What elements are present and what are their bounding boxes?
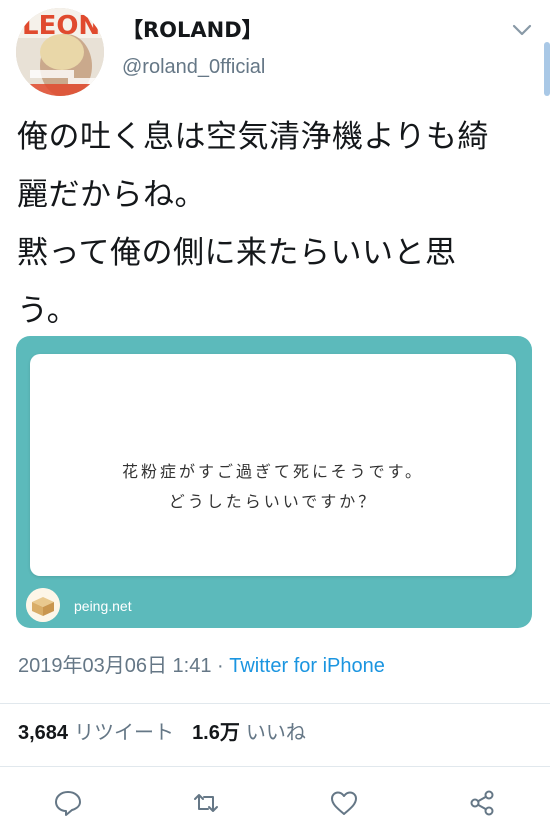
display-name[interactable]: 【ROLAND】 bbox=[122, 16, 265, 44]
retweet-label[interactable]: リツイート bbox=[74, 720, 174, 744]
tweet-text-line: 黙って俺の側に来たらいいと思 bbox=[17, 235, 457, 271]
card-question-line: どうしたらいいですか？ bbox=[168, 492, 378, 511]
share-icon[interactable] bbox=[467, 788, 497, 818]
tweet-text-line: 俺の吐く息は空気清浄機よりも綺 bbox=[17, 119, 489, 155]
divider bbox=[0, 766, 550, 767]
tweet-text-line: う。 bbox=[17, 293, 79, 329]
tweet-source[interactable]: Twitter for iPhone bbox=[229, 655, 385, 677]
tweet-timestamp[interactable]: 2019年03月06日 1:41 bbox=[18, 655, 211, 677]
divider bbox=[0, 703, 550, 704]
card-question-panel: 花粉症がすご過ぎて死にそうです。 どうしたらいいですか？ bbox=[30, 354, 516, 576]
scroll-indicator[interactable] bbox=[544, 42, 550, 96]
card-question-line: 花粉症がすご過ぎて死にそうです。 bbox=[121, 462, 425, 481]
retweet-count[interactable]: 3,684 bbox=[18, 722, 68, 744]
tweet-meta: 2019年03月06日 1:41 · Twitter for iPhone bbox=[18, 652, 385, 680]
like-icon[interactable] bbox=[329, 788, 359, 818]
meta-separator: · bbox=[211, 655, 230, 677]
tweet-text: 俺の吐く息は空気清浄機よりも綺 麗だからね。 黙って俺の側に来たらいいと思 う。 bbox=[17, 108, 537, 340]
chevron-down-icon[interactable] bbox=[510, 22, 534, 40]
like-count[interactable]: 1.6万 bbox=[192, 722, 240, 744]
action-bar bbox=[0, 780, 550, 826]
like-label[interactable]: いいね bbox=[246, 720, 306, 744]
user-handle[interactable]: @roland_0fficial bbox=[122, 52, 265, 82]
retweet-icon[interactable] bbox=[191, 788, 221, 818]
peing-box-icon bbox=[26, 588, 60, 622]
reply-icon[interactable] bbox=[53, 788, 83, 818]
card-domain[interactable]: peing.net bbox=[74, 598, 132, 614]
card-question: 花粉症がすご過ぎて死にそうです。 どうしたらいいですか？ bbox=[30, 457, 516, 517]
tweet-stats: 3,684 リツイート 1.6万 いいね bbox=[18, 718, 306, 747]
link-card[interactable]: 花粉症がすご過ぎて死にそうです。 どうしたらいいですか？ peing.net bbox=[16, 336, 532, 628]
tweet-text-line: 麗だからね。 bbox=[17, 177, 206, 213]
avatar[interactable]: LEON bbox=[16, 8, 104, 96]
tweet-header: LEON 【ROLAND】 @roland_0fficial bbox=[16, 8, 538, 96]
